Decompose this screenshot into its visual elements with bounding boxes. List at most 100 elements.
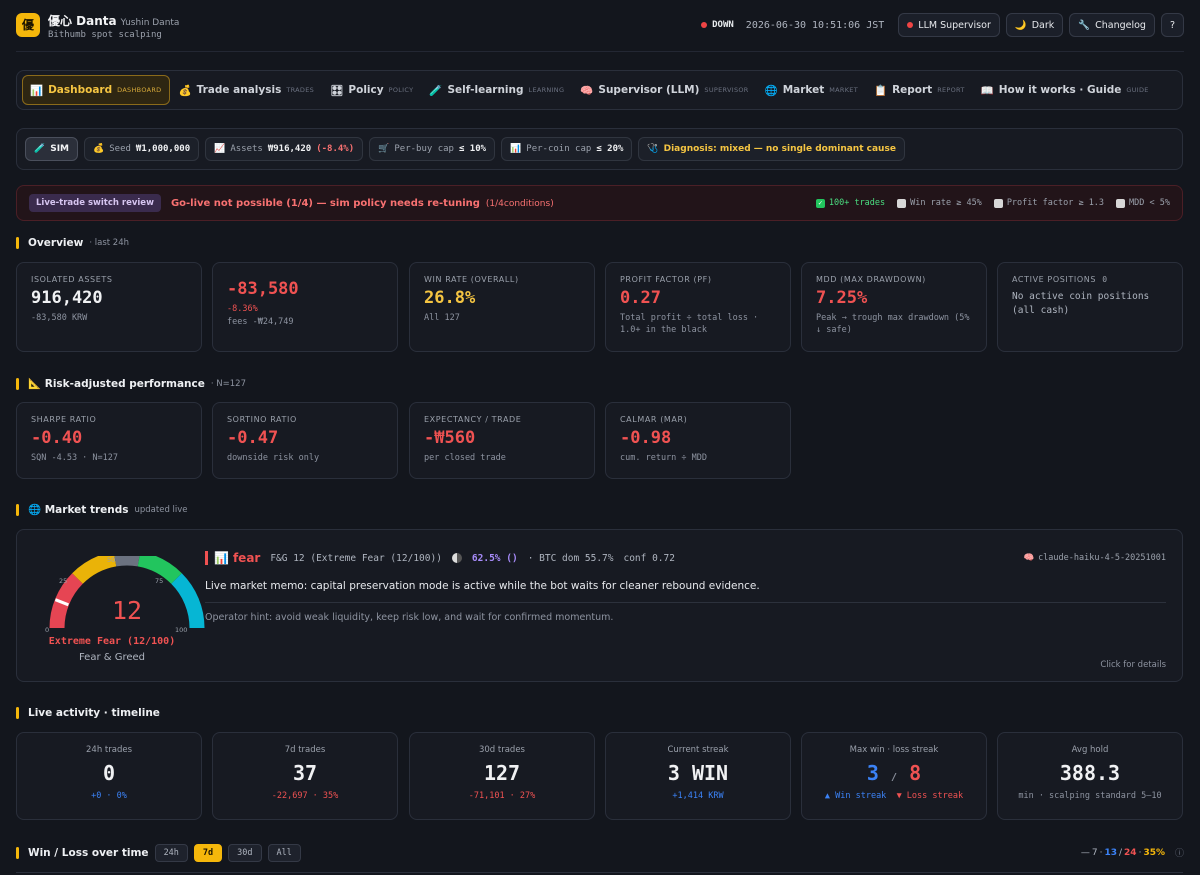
llm-status-dot-icon [907, 22, 914, 28]
condition-profit-factor: Profit factor ≥ 1.3 [993, 198, 1104, 208]
fear-greed-text: F&G 12 (Extreme Fear (12/100)) [270, 552, 442, 564]
gauge-tick-75: 75 [155, 577, 164, 585]
condition-win-rate: Win rate ≥ 45% [897, 198, 982, 208]
win-loss-title: Win / Loss over time [16, 847, 149, 859]
chart-icon: 📊 [30, 84, 44, 97]
trades-7d-card: 7d trades 37 -22,697 · 35% [212, 732, 398, 820]
test-tube-icon: 🧪 [429, 84, 443, 97]
status-dot-icon [701, 22, 708, 28]
trades-24h-card: 24h trades 0 +0 · 0% [16, 732, 202, 820]
expectancy-card: EXPECTANCY / TRADE -₩560 per closed trad… [409, 402, 595, 479]
gauge-tick-0: 0 [45, 626, 50, 634]
gauge-tick-50: 50 [107, 556, 116, 564]
main-nav: 📊 Dashboard DASHBOARD 💰 Trade analysis T… [16, 70, 1183, 110]
sliders-icon: 🎛 [330, 84, 344, 97]
app-tagline: Bithumb spot scalping [48, 30, 162, 40]
app-title: 優心 Danta Yushin Danta [48, 14, 180, 28]
tab-report[interactable]: 📋 Report REPORT [867, 75, 972, 105]
tab-supervisor[interactable]: 🧠 Supervisor (LLM) SUPERVISOR [573, 75, 755, 105]
chart-icon: 📊 [510, 144, 522, 154]
brain-icon: 🧠 [580, 84, 594, 97]
active-positions-card: ACTIVE POSITIONS 0 No active coin positi… [997, 262, 1183, 352]
gauge-tick-25: 25 [59, 577, 68, 585]
llm-supervisor-button[interactable]: LLM Supervisor [898, 13, 1000, 37]
moon-phase-icon [451, 553, 462, 563]
header-actions: DOWN 2026-06-30 10:51:06 JST LLM Supervi… [701, 13, 1184, 37]
divider [205, 602, 1166, 603]
market-trends-panel[interactable]: 0 25 50 75 100 12 Extreme Fear (12/100) … [16, 529, 1183, 682]
condition-mdd: MDD < 5% [1116, 198, 1170, 208]
trades-30d-card: 30d trades 127 -71,101 · 27% [409, 732, 595, 820]
stethoscope-icon: 🩺 [647, 144, 659, 154]
tab-market[interactable]: 🌐 Market MARKET [758, 75, 865, 105]
help-button[interactable]: ? [1160, 13, 1184, 37]
theme-toggle-button[interactable]: 🌙 Dark [1005, 13, 1064, 37]
check-icon: ✓ [815, 198, 825, 208]
activity-section-title: Live activity · timeline [16, 707, 160, 719]
btc-dominance: · BTC dom 55.7% [527, 552, 614, 564]
money-bag-icon: 💰 [93, 144, 105, 154]
clipboard-icon: 📋 [873, 84, 888, 97]
live-review-badge[interactable]: Live-trade switch review [29, 194, 161, 212]
risk-section-title: 📐 Risk-adjusted performance · N=127 [16, 377, 246, 390]
gauge-segment-greed [137, 556, 182, 584]
tab-dashboard[interactable]: 📊 Dashboard DASHBOARD [22, 75, 170, 105]
tab-trades[interactable]: 💰 Trade analysis TRADES [172, 75, 322, 105]
live-trade-review-bar: Live-trade switch review Go-live not pos… [16, 185, 1183, 221]
btc-percent: 62.5% () [471, 552, 518, 564]
market-mood-pill: 📊 fear [205, 551, 260, 565]
range-all-button[interactable]: All [267, 844, 301, 862]
win-loss-header: Win / Loss over time 24h 7d 30d All [16, 844, 301, 862]
clock-timestamp: 2026-06-30 10:51:06 JST [745, 19, 885, 31]
avg-hold-card: Avg hold 388.3 min · scalping standard 5… [997, 732, 1183, 820]
gauge-label: Extreme Fear (12/100) [48, 636, 176, 647]
win-loss-summary: — 7 · 13 / 24 · 35% ⓘ [1080, 846, 1184, 860]
sharpe-card: SHARPE RATIO -0.40 SQN -4.53 · N=127 [16, 402, 202, 479]
status-indicator: DOWN [701, 20, 734, 30]
empty-checkbox-icon [1116, 198, 1126, 208]
sim-mode-badge[interactable]: 🧪 SIM [25, 137, 79, 161]
details-link[interactable]: Click for details [1100, 660, 1166, 670]
win-rate-card: WIN RATE (OVERALL) 26.8% All 127 [409, 262, 595, 352]
model-name: 🧠 claude-haiku-4-5-20251001 [1023, 553, 1166, 563]
market-memo: Live market memo: capital preservation m… [205, 580, 760, 592]
overview-section-title: Overview · last 24h [16, 237, 129, 249]
app-logo: 優 [16, 13, 40, 37]
live-conditions: ✓ 100+ trades Win rate ≥ 45% Profit fact… [815, 198, 1170, 208]
live-review-message: Go-live not possible (1/4) — sim policy … [170, 197, 554, 209]
app-header: 優 優心 Danta Yushin Danta Bithumb spot scal… [16, 10, 1184, 52]
max-streak-card: Max win · loss streak 3 / 8 ▲ Win streak… [801, 732, 987, 820]
gauge-tick-100: 100 [175, 626, 188, 634]
sim-status-bar: 🧪 SIM 💰 Seed ₩1,000,000 📈 Assets ₩916,42… [16, 128, 1183, 170]
condition-trades: ✓ 100+ trades [815, 198, 885, 208]
confidence: conf 0.72 [623, 552, 675, 564]
info-icon[interactable]: ⓘ [1175, 846, 1184, 859]
per-buy-cap-chip: 🛒 Per-buy cap ≤ 10% [369, 137, 496, 161]
chart-icon: 📊 [214, 551, 229, 565]
range-24h-button[interactable]: 24h [154, 844, 188, 862]
tab-policy[interactable]: 🎛 Policy POLICY [323, 75, 420, 105]
per-coin-cap-chip: 📊 Per-coin cap ≤ 20% [501, 137, 633, 161]
market-section-title: 🌐 Market trends updated live [16, 503, 188, 516]
moon-icon: 🌙 [1014, 19, 1027, 31]
diagnosis-chip[interactable]: 🩺 Diagnosis: mixed — no single dominant … [638, 137, 905, 161]
calmar-card: CALMAR (MAR) -0.98 cum. return ÷ MDD [605, 402, 791, 479]
profit-factor-card: PROFIT FACTOR (PF) 0.27 Total profit ÷ t… [605, 262, 791, 352]
cart-icon: 🛒 [378, 144, 390, 154]
brain-icon: 🧠 [1023, 553, 1035, 563]
chart-up-icon: 📈 [214, 144, 226, 154]
range-7d-button[interactable]: 7d [193, 844, 223, 862]
gauge-value: 12 [111, 596, 143, 625]
changelog-button[interactable]: 🔧 Changelog [1069, 13, 1155, 37]
pnl-card: -83,580 -8.36% fees -₩24,749 [212, 262, 398, 352]
market-summary: 📊 fear F&G 12 (Extreme Fear (12/100)) 62… [205, 546, 1166, 670]
mdd-card: MDD (MAX DRAWDOWN) 7.25% Peak → trough m… [801, 262, 987, 352]
sortino-card: SORTINO RATIO -0.47 downside risk only [212, 402, 398, 479]
tab-guide[interactable]: 📖 How it works · Guide GUIDE [974, 75, 1156, 105]
gauge-sub: Fear & Greed [78, 652, 146, 663]
assets-chip: 📈 Assets ₩916,420 (-8.4%) [205, 137, 364, 161]
empty-checkbox-icon [993, 198, 1003, 208]
range-30d-button[interactable]: 30d [228, 844, 262, 862]
tab-learning[interactable]: 🧪 Self-learning LEARNING [422, 75, 571, 105]
operator-hint: Operator hint: avoid weak liquidity, kee… [205, 612, 614, 623]
